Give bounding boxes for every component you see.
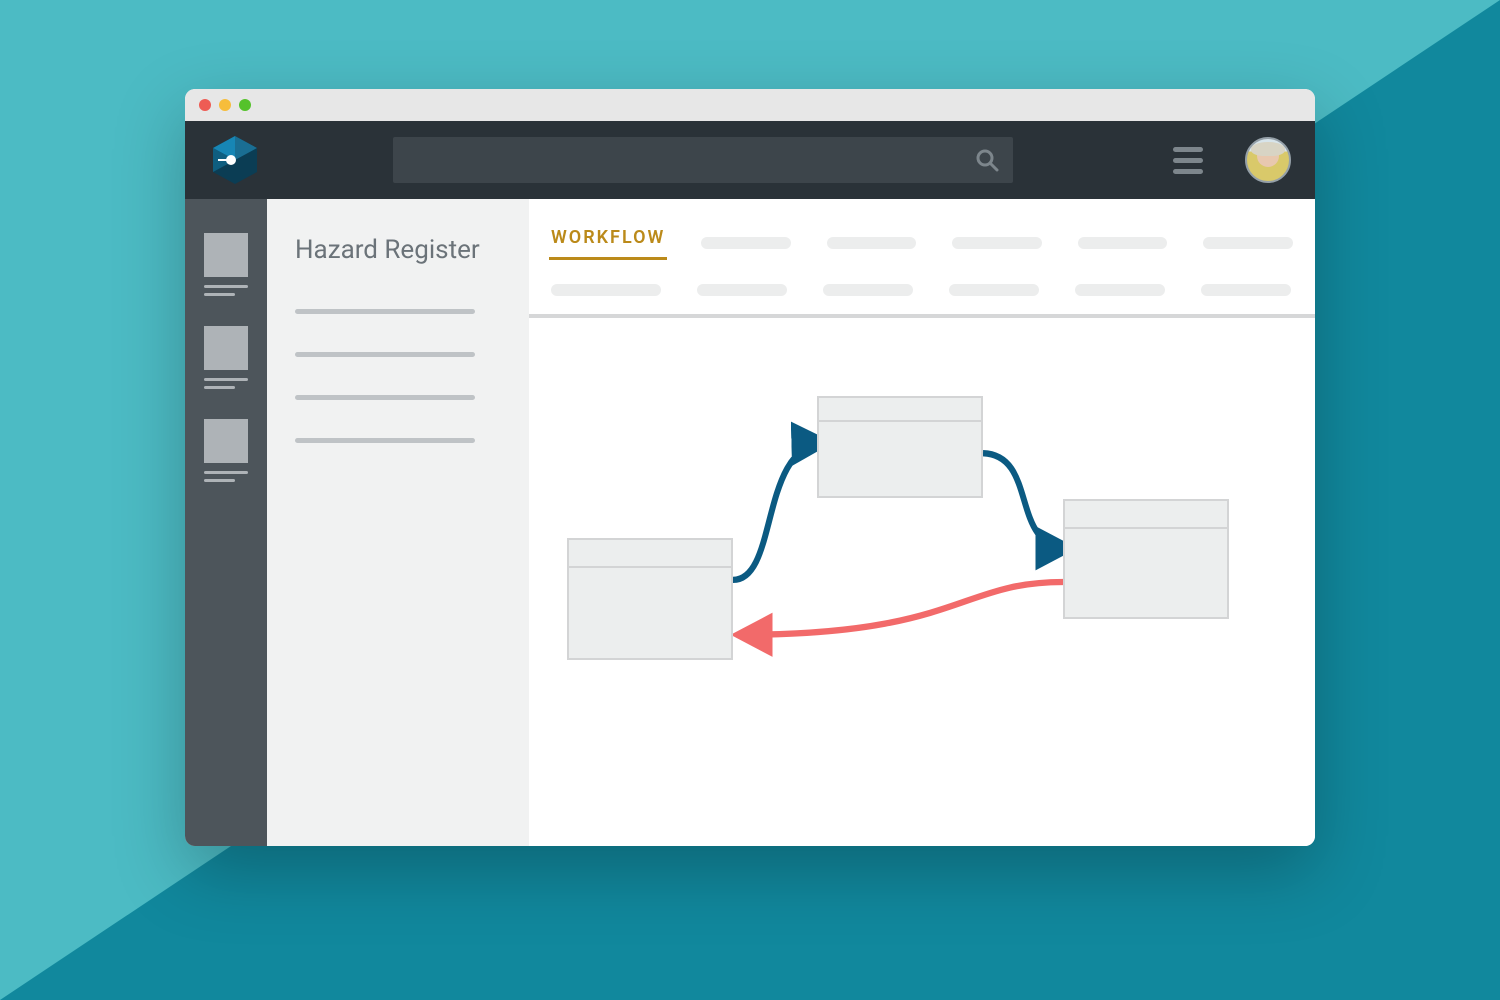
tab-placeholder[interactable] — [697, 284, 787, 296]
workflow-node[interactable] — [1063, 499, 1229, 619]
nav-rail-item[interactable] — [204, 326, 248, 389]
app-body: Hazard Register WORKFLOW — [185, 199, 1315, 846]
edge-forward — [983, 453, 1069, 548]
tab-placeholder[interactable] — [701, 237, 791, 249]
workflow-node[interactable] — [567, 538, 733, 660]
tab-placeholder[interactable] — [827, 237, 917, 249]
workflow-canvas[interactable] — [529, 318, 1315, 846]
tab-placeholder[interactable] — [1078, 237, 1168, 249]
maximize-icon[interactable] — [239, 99, 251, 111]
search-icon — [975, 148, 999, 172]
nav-rail-item[interactable] — [204, 233, 248, 296]
list-item[interactable] — [295, 309, 475, 314]
edge-back — [739, 582, 1063, 635]
app-window: Hazard Register WORKFLOW — [185, 89, 1315, 846]
nav-rail-item[interactable] — [204, 419, 248, 482]
app-header — [185, 121, 1315, 199]
tab-placeholder[interactable] — [551, 284, 661, 296]
square-icon — [204, 233, 248, 277]
tab-placeholder[interactable] — [949, 284, 1039, 296]
side-panel-title: Hazard Register — [295, 235, 501, 265]
app-logo[interactable] — [209, 134, 261, 186]
edge-forward — [733, 443, 825, 580]
workflow-node[interactable] — [817, 396, 983, 498]
menu-button[interactable] — [1173, 147, 1203, 174]
tab-workflow[interactable]: WORKFLOW — [551, 227, 665, 258]
close-icon[interactable] — [199, 99, 211, 111]
hamburger-icon — [1173, 147, 1203, 152]
side-panel-list — [295, 309, 501, 443]
search-input[interactable] — [393, 137, 1013, 183]
side-panel: Hazard Register — [267, 199, 529, 846]
tab-placeholder[interactable] — [1201, 284, 1291, 296]
window-title-bar — [185, 89, 1315, 121]
list-item[interactable] — [295, 395, 475, 400]
tab-placeholder[interactable] — [952, 237, 1042, 249]
square-icon — [204, 326, 248, 370]
minimize-icon[interactable] — [219, 99, 231, 111]
list-item[interactable] — [295, 352, 475, 357]
tab-placeholder[interactable] — [823, 284, 913, 296]
tab-placeholder[interactable] — [1075, 284, 1165, 296]
hexagon-logo-icon — [211, 134, 259, 186]
square-icon — [204, 419, 248, 463]
tab-bar: WORKFLOW — [529, 199, 1315, 318]
avatar[interactable] — [1245, 137, 1291, 183]
main-panel: WORKFLOW — [529, 199, 1315, 846]
list-item[interactable] — [295, 438, 475, 443]
nav-rail — [185, 199, 267, 846]
tab-placeholder[interactable] — [1203, 237, 1293, 249]
